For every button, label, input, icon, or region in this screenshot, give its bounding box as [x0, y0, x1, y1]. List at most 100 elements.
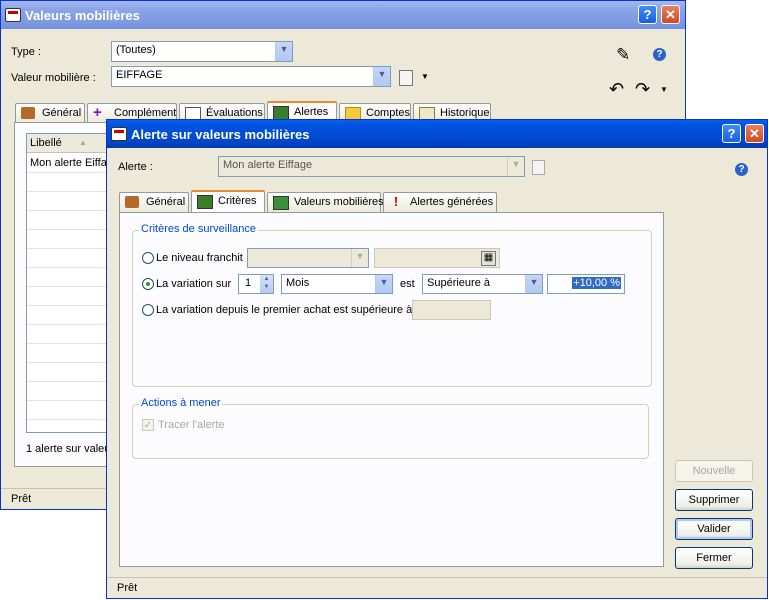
- variation-count-value: 1: [245, 277, 252, 289]
- est-label: est: [400, 278, 415, 290]
- app-icon: [111, 127, 127, 141]
- grid-line: [27, 419, 115, 420]
- exclamation-icon: !: [393, 194, 399, 209]
- tab-label: Évaluations: [206, 107, 263, 119]
- valeur-select[interactable]: EIFFAGE ▼: [111, 66, 391, 87]
- help-circle-icon[interactable]: ?: [653, 48, 666, 61]
- comparator-value: Supérieure à: [427, 277, 490, 289]
- variation-count-stepper[interactable]: 1 ▲ ▼: [238, 274, 274, 294]
- grid-line: [27, 362, 115, 363]
- front-statusbar: Prêt: [107, 577, 767, 598]
- grid-line: [27, 381, 115, 382]
- back-window-titlebar[interactable]: Valeurs mobilières ? ✕: [1, 1, 685, 29]
- type-label: Type :: [11, 46, 41, 58]
- alerte-select[interactable]: Mon alerte Eiffage ▼: [218, 156, 525, 177]
- tab-label: Critères: [218, 195, 257, 207]
- actions-group-title: Actions à mener: [139, 397, 223, 409]
- radio-niveau[interactable]: [142, 252, 154, 264]
- variation-period-value: Mois: [286, 277, 310, 289]
- alerts-grid[interactable]: Libellé ▲ Mon alerte Eiffag: [26, 133, 116, 433]
- threshold-value: +10,00 %: [572, 277, 621, 289]
- chevron-down-icon: ▼: [351, 249, 368, 267]
- criteria-group: Critères de surveillance Le niveau franc…: [132, 223, 652, 387]
- back-status-text: Prêt: [11, 493, 32, 505]
- valider-button[interactable]: Valider: [675, 518, 753, 540]
- tab-general[interactable]: Général: [15, 103, 85, 123]
- tab-label: Valeurs mobilières: [294, 196, 384, 208]
- help-icon[interactable]: ?: [722, 124, 741, 143]
- premier-achat-field[interactable]: [412, 300, 491, 320]
- edit-valeur-icon[interactable]: [399, 70, 413, 86]
- alert-icon: [273, 106, 289, 120]
- tab-label: Historique: [440, 107, 490, 119]
- chevron-down-icon: ▼: [525, 275, 542, 293]
- valeur-select-value: EIFFAGE: [116, 69, 163, 81]
- alerte-select-value: Mon alerte Eiffage: [223, 159, 313, 171]
- help-icon[interactable]: ?: [638, 5, 657, 24]
- grid-line: [27, 286, 115, 287]
- comparator-select[interactable]: Supérieure à ▼: [422, 274, 543, 294]
- tab-criteres[interactable]: Critères: [191, 190, 265, 212]
- variation-label[interactable]: La variation sur: [156, 278, 231, 290]
- pencil-icon[interactable]: ✎: [616, 45, 630, 65]
- type-select-value: (Toutes): [116, 44, 156, 56]
- tab-label: Général: [42, 107, 82, 119]
- criteria-icon: [197, 195, 213, 209]
- radio-variation[interactable]: [142, 278, 154, 290]
- undo-icon[interactable]: ↶: [609, 79, 624, 100]
- alert-dialog-title: Alerte sur valeurs mobilières: [131, 127, 310, 142]
- alerts-count: 1 alerte sur valeu: [26, 443, 111, 455]
- type-select[interactable]: (Toutes) ▼: [111, 41, 293, 62]
- tab-label: Comptes: [366, 107, 411, 119]
- redo-dropdown-icon[interactable]: ▼: [660, 85, 668, 94]
- front-status-text: Prêt: [117, 582, 138, 594]
- redo-icon[interactable]: ↷: [635, 79, 650, 100]
- spin-down-icon[interactable]: ▼: [260, 283, 273, 291]
- spin-up-icon[interactable]: ▲: [260, 275, 273, 283]
- tab-general[interactable]: Général: [119, 192, 189, 212]
- plus-icon: +: [93, 104, 102, 121]
- table-row[interactable]: Mon alerte Eiffag: [27, 153, 115, 172]
- tracer-label: Tracer l'alerte: [158, 419, 225, 431]
- spin-buttons[interactable]: ▲ ▼: [260, 275, 273, 293]
- tab-alertes-generees[interactable]: ! Alertes générées: [383, 192, 497, 212]
- supprimer-button[interactable]: Supprimer: [675, 489, 753, 511]
- nouvelle-button[interactable]: Nouvelle: [675, 460, 753, 482]
- radio-premier-achat[interactable]: [142, 304, 154, 316]
- criteres-panel: Critères de surveillance Le niveau franc…: [119, 212, 664, 567]
- grid-line: [27, 229, 115, 230]
- app-icon: [5, 8, 21, 22]
- tab-label: Alertes: [294, 106, 329, 118]
- close-icon[interactable]: ✕: [745, 124, 764, 143]
- chevron-down-icon: ▼: [373, 67, 390, 86]
- grid-cell-libelle: Mon alerte Eiffag: [30, 157, 113, 169]
- grid-line: [27, 172, 115, 173]
- grid-line: [27, 343, 115, 344]
- alert-dialog-titlebar[interactable]: Alerte sur valeurs mobilières ? ✕: [107, 120, 767, 148]
- calendar-icon[interactable]: ▦: [481, 251, 496, 266]
- niveau-date-field[interactable]: ▦: [374, 248, 500, 268]
- niveau-select[interactable]: ▼: [247, 248, 369, 268]
- fermer-button[interactable]: Fermer: [675, 547, 753, 569]
- alert-dialog: Alerte sur valeurs mobilières ? ✕ Alerte…: [106, 119, 768, 599]
- tab-label: Général: [146, 196, 186, 208]
- edit-valeur-dropdown-icon[interactable]: ▼: [421, 72, 429, 81]
- grid-line: [27, 210, 115, 211]
- tab-valeurs-mobilieres[interactable]: Valeurs mobilières: [267, 192, 384, 212]
- threshold-input[interactable]: +10,00 %: [547, 274, 625, 294]
- close-icon[interactable]: ✕: [661, 5, 680, 24]
- grid-line: [27, 267, 115, 268]
- tracer-checkbox[interactable]: ✓: [142, 419, 154, 431]
- niveau-label[interactable]: Le niveau franchit: [156, 252, 243, 264]
- edit-alerte-icon[interactable]: [532, 160, 545, 175]
- alerte-label: Alerte :: [118, 161, 153, 173]
- premier-achat-label[interactable]: La variation depuis le premier achat est…: [156, 304, 412, 316]
- help-circle-icon[interactable]: ?: [735, 163, 748, 176]
- variation-period-select[interactable]: Mois ▼: [281, 274, 393, 294]
- grid-line: [27, 400, 115, 401]
- grid-line: [27, 324, 115, 325]
- grid-header[interactable]: Libellé ▲: [27, 134, 115, 153]
- sort-asc-icon: ▲: [79, 138, 87, 147]
- valeur-label: Valeur mobilière :: [11, 72, 96, 84]
- general-tab-icon: [125, 196, 139, 208]
